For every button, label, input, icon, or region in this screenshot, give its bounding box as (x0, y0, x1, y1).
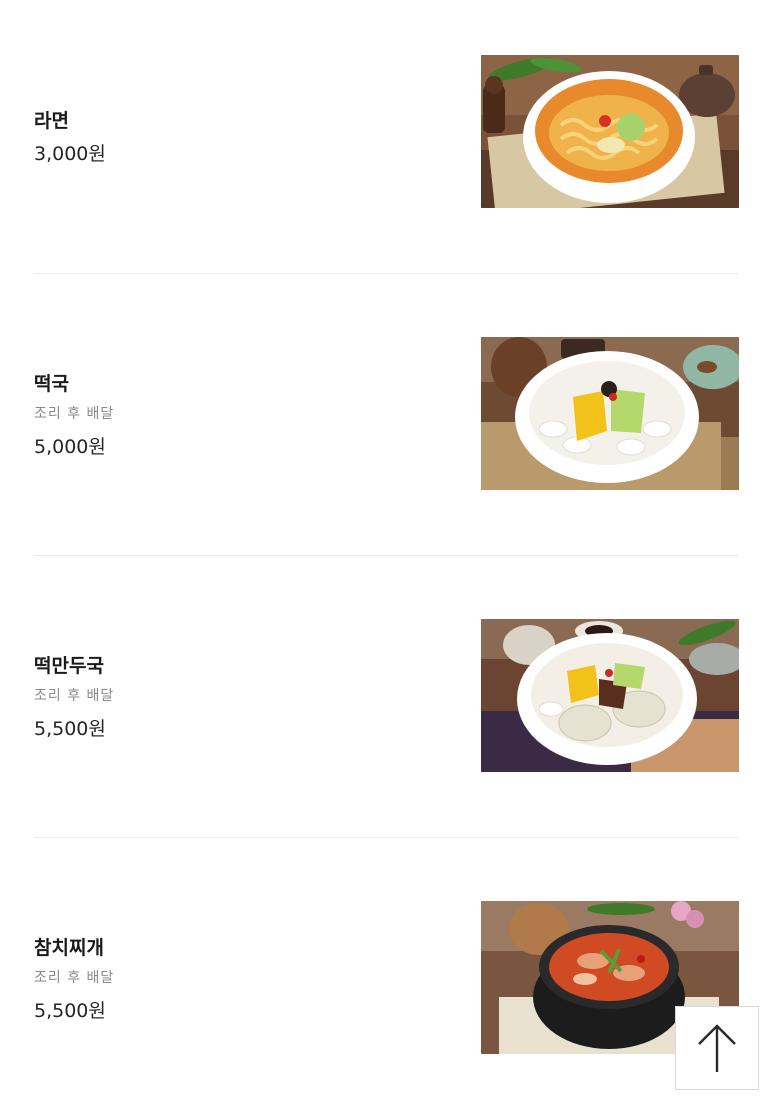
menu-item-name: 떡만두국 (34, 654, 104, 677)
scroll-to-top-button[interactable] (675, 1006, 759, 1090)
menu-item-ramen[interactable]: 라면 3,000원 (34, 0, 739, 274)
menu-list: 라면 3,000원 떡국 조리 후 배달 5,000원 떡만두국 조리 후 배달… (34, 0, 739, 1119)
menu-item-name: 떡국 (34, 372, 69, 395)
menu-item-price: 5,500원 (34, 717, 106, 740)
menu-item-note: 조리 후 배달 (34, 687, 115, 704)
menu-item-text: 참치찌개 조리 후 배달 5,500원 (34, 838, 414, 1119)
menu-item-tteok-mandu-guk[interactable]: 떡만두국 조리 후 배달 5,500원 (34, 556, 739, 838)
tteokguk-photo[interactable] (481, 337, 739, 490)
menu-item-tteokguk[interactable]: 떡국 조리 후 배달 5,000원 (34, 274, 739, 556)
ramen-photo[interactable] (481, 55, 739, 208)
menu-item-note: 조리 후 배달 (34, 969, 115, 986)
menu-item-price: 5,500원 (34, 999, 106, 1022)
menu-item-price: 5,000원 (34, 435, 106, 458)
menu-item-text: 떡국 조리 후 배달 5,000원 (34, 274, 414, 555)
menu-item-price: 3,000원 (34, 142, 106, 165)
menu-item-note: 조리 후 배달 (34, 405, 115, 422)
menu-item-text: 라면 3,000원 (34, 0, 414, 273)
arrow-up-icon (698, 1024, 736, 1072)
menu-item-name: 라면 (34, 109, 69, 132)
menu-item-tuna-stew[interactable]: 참치찌개 조리 후 배달 5,500원 (34, 838, 739, 1119)
menu-item-name: 참치찌개 (34, 936, 104, 959)
tteok-mandu-guk-photo[interactable] (481, 619, 739, 772)
menu-item-text: 떡만두국 조리 후 배달 5,500원 (34, 556, 414, 837)
